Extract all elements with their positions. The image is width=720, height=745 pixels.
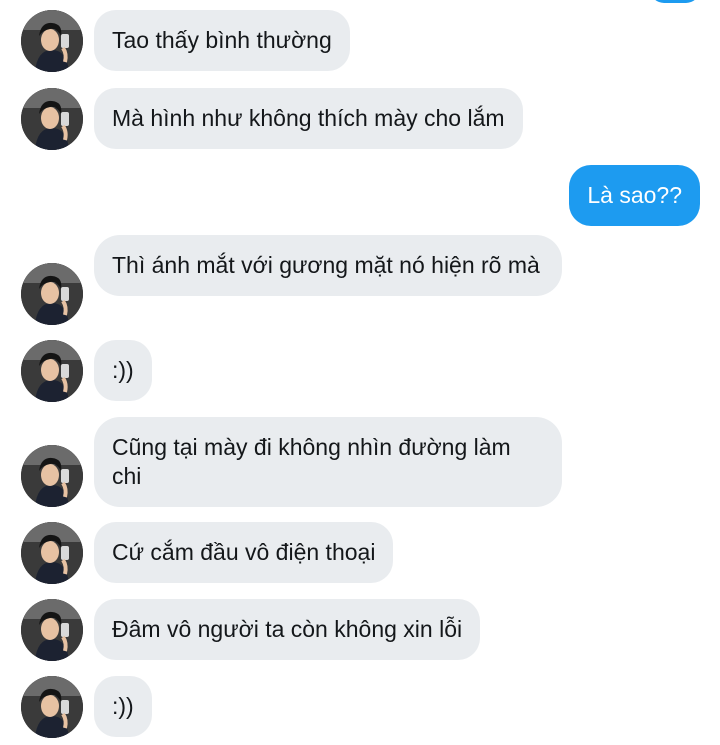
avatar-photo-icon [21,10,83,72]
message-thread: Tao thấy bình thường Mà hình như không t… [0,0,720,745]
message-bubble-incoming[interactable]: Mà hình như không thích mày cho lắm [94,88,523,149]
message-bubble-incoming[interactable]: Đâm vô người ta còn không xin lỗi [94,599,481,660]
avatar[interactable] [21,676,83,738]
message-bubble-incoming[interactable]: Tao thấy bình thường [94,10,350,71]
avatar-photo-icon [21,676,83,738]
message-bubble-incoming[interactable]: Thì ánh mắt với gương mặt nó hiện rõ mà [94,235,562,296]
avatar[interactable] [21,445,83,507]
avatar[interactable] [21,599,83,661]
avatar-photo-icon [21,599,83,661]
message-row-incoming: Tao thấy bình thường [0,10,720,72]
avatar[interactable] [21,263,83,325]
message-row-incoming: :)) [0,340,720,402]
avatar[interactable] [21,340,83,402]
message-bubble-incoming[interactable]: Cứ cắm đầu vô điện thoại [94,522,394,583]
avatar[interactable] [21,522,83,584]
message-bubble-outgoing[interactable]: Là sao?? [569,165,700,226]
previous-outgoing-bubble-edge [650,0,700,3]
message-row-incoming: Cứ cắm đầu vô điện thoại [0,522,720,584]
avatar[interactable] [21,88,83,150]
message-row-incoming: Đâm vô người ta còn không xin lỗi [0,599,720,661]
avatar[interactable] [21,10,83,72]
avatar-photo-icon [21,263,83,325]
avatar-photo-icon [21,340,83,402]
message-row-incoming: Cũng tại mày đi không nhìn đường làm chi [0,417,720,507]
avatar-photo-icon [21,522,83,584]
message-bubble-incoming[interactable]: :)) [94,676,152,737]
message-row-incoming: :)) [0,676,720,738]
avatar-photo-icon [21,445,83,507]
message-bubble-incoming[interactable]: Cũng tại mày đi không nhìn đường làm chi [94,417,562,507]
message-row-incoming: Mà hình như không thích mày cho lắm [0,88,720,150]
message-bubble-incoming[interactable]: :)) [94,340,152,401]
message-row-outgoing: Là sao?? [0,165,720,227]
avatar-photo-icon [21,88,83,150]
message-row-incoming: Thì ánh mắt với gương mặt nó hiện rõ mà [0,235,720,325]
